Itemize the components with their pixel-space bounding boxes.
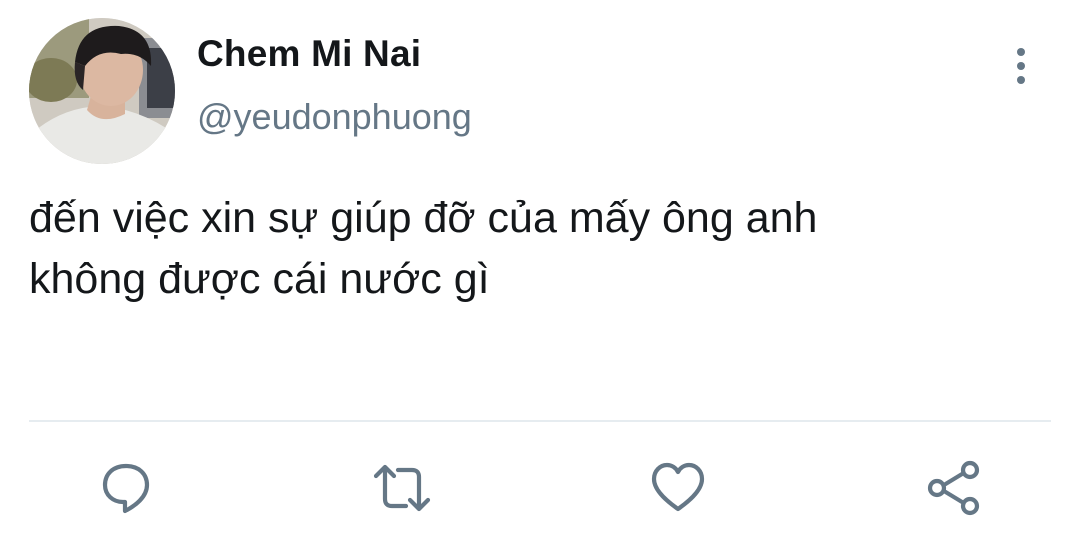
heart-icon: [651, 462, 705, 512]
like-button[interactable]: [648, 458, 708, 518]
tweet-text-line: không được cái nước gì: [29, 255, 490, 303]
tweet-text: đến việc xin sự giúp đỡ của mấy ông anh …: [29, 188, 1039, 310]
tweet-text-line: đến việc xin sự giúp đỡ của mấy ông anh: [29, 194, 818, 242]
share-button[interactable]: [924, 458, 984, 518]
more-options-button[interactable]: [1002, 44, 1038, 88]
avatar-photo: [29, 18, 175, 164]
reply-icon: [102, 463, 150, 514]
retweet-icon: [373, 464, 431, 512]
avatar[interactable]: [29, 18, 175, 164]
divider: [29, 420, 1051, 422]
more-vertical-icon: [1017, 48, 1025, 84]
author-display-name[interactable]: Chem Mi Nai: [197, 33, 421, 75]
tweet-card: Chem Mi Nai @yeudonphuong đến việc xin s…: [0, 0, 1080, 547]
retweet-button[interactable]: [372, 458, 432, 518]
author-handle[interactable]: @yeudonphuong: [197, 96, 472, 138]
share-icon: [927, 460, 980, 516]
reply-button[interactable]: [96, 458, 156, 518]
